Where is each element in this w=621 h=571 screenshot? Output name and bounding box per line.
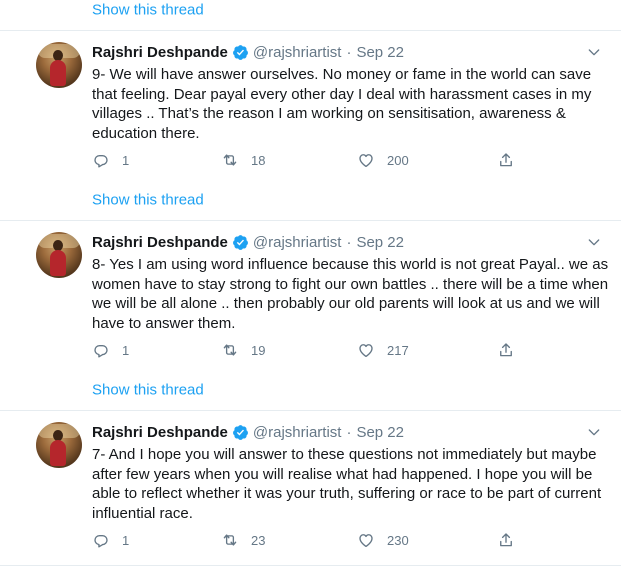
reply-icon (94, 344, 108, 358)
reply-icon (94, 534, 108, 548)
like-button[interactable]: 217 (357, 340, 409, 360)
tweet-date[interactable]: Sep 22 (356, 234, 404, 251)
author-name[interactable]: Rajshri Deshpande (92, 424, 228, 441)
retweet-icon (223, 154, 237, 166)
share-icon (500, 343, 512, 357)
reply-button[interactable]: 1 (92, 530, 129, 550)
separator-dot: · (346, 423, 352, 441)
show-thread-link[interactable]: Show this thread (92, 1, 204, 18)
like-icon (359, 154, 373, 168)
divider (0, 565, 621, 566)
tweet-text: 8- Yes I am using word influence because… (92, 256, 609, 332)
separator-dot: · (346, 233, 352, 251)
tweet[interactable]: Rajshri Deshpande @rajshriartist · Sep 2… (0, 411, 621, 561)
author-handle[interactable]: @rajshriartist (253, 234, 342, 251)
retweet-icon (223, 344, 237, 356)
tweet[interactable]: Rajshri Deshpande @rajshriartist · Sep 2… (0, 31, 621, 179)
chevron-down-icon[interactable] (586, 44, 602, 60)
like-button[interactable]: 230 (357, 530, 409, 550)
author-name[interactable]: Rajshri Deshpande (92, 44, 228, 61)
tweet-actions: 1 18 200 (92, 150, 532, 170)
tweet-header: Rajshri Deshpande @rajshriartist · Sep 2… (92, 422, 404, 442)
reply-icon (94, 154, 108, 168)
retweet-button[interactable]: 23 (221, 530, 265, 550)
avatar[interactable] (36, 232, 82, 278)
author-name[interactable]: Rajshri Deshpande (92, 234, 228, 251)
author-handle[interactable]: @rajshriartist (253, 44, 342, 61)
share-icon (500, 153, 512, 167)
like-icon (359, 344, 373, 358)
tweet-actions: 1 19 217 (92, 340, 532, 360)
tweet-date[interactable]: Sep 22 (356, 44, 404, 61)
retweet-count: 18 (251, 152, 266, 168)
separator-dot: · (346, 43, 352, 61)
show-thread-link[interactable]: Show this thread (92, 381, 204, 398)
share-icon (500, 533, 512, 547)
like-count: 217 (387, 342, 409, 358)
tweet-header: Rajshri Deshpande @rajshriartist · Sep 2… (92, 232, 404, 252)
like-count: 200 (387, 152, 409, 168)
retweet-button[interactable]: 19 (221, 340, 265, 360)
verified-badge-icon (232, 44, 248, 60)
author-handle[interactable]: @rajshriartist (253, 424, 342, 441)
like-button[interactable]: 200 (357, 150, 409, 170)
like-count: 230 (387, 532, 409, 548)
like-icon (359, 534, 373, 548)
tweet-actions: 1 23 230 (92, 530, 532, 550)
retweet-icon (223, 534, 237, 546)
tweet[interactable]: Rajshri Deshpande @rajshriartist · Sep 2… (0, 221, 621, 369)
reply-count: 1 (122, 342, 130, 358)
avatar[interactable] (36, 422, 82, 468)
retweet-count: 19 (251, 342, 266, 358)
avatar[interactable] (36, 42, 82, 88)
reply-count: 1 (122, 532, 130, 548)
tweet-text: 7- And I hope you will answer to these q… (92, 446, 602, 522)
show-thread-row[interactable]: Show this thread (0, 369, 621, 411)
tweet-text: 9- We will have answer ourselves. No mon… (92, 66, 592, 142)
tweet-date[interactable]: Sep 22 (356, 424, 404, 441)
reply-button[interactable]: 1 (92, 340, 129, 360)
tweet-header: Rajshri Deshpande @rajshriartist · Sep 2… (92, 42, 404, 62)
retweet-count: 23 (251, 532, 266, 548)
reply-button[interactable]: 1 (92, 150, 129, 170)
verified-badge-icon (232, 234, 248, 250)
verified-badge-icon (232, 424, 248, 440)
chevron-down-icon[interactable] (586, 424, 602, 440)
timeline-feed: Show this thread Rajshri Deshpande @rajs… (0, 0, 621, 571)
share-button[interactable] (497, 340, 515, 360)
show-thread-row[interactable]: Show this thread (0, 179, 621, 221)
chevron-down-icon[interactable] (586, 234, 602, 250)
reply-count: 1 (122, 152, 130, 168)
retweet-button[interactable]: 18 (221, 150, 265, 170)
show-thread-row[interactable]: Show this thread (0, 0, 621, 31)
share-button[interactable] (497, 530, 515, 550)
show-thread-link[interactable]: Show this thread (92, 191, 204, 208)
share-button[interactable] (497, 150, 515, 170)
